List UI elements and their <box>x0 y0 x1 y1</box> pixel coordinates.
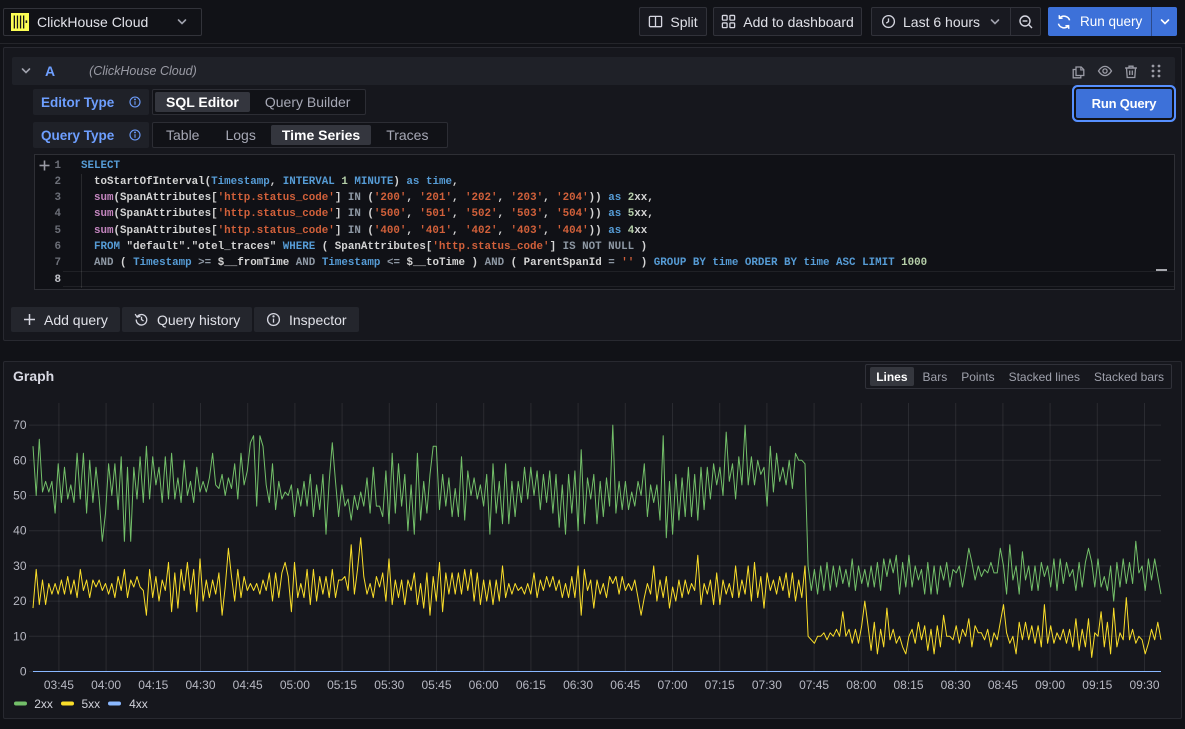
svg-text:10: 10 <box>13 629 27 643</box>
svg-text:06:45: 06:45 <box>610 678 640 692</box>
svg-text:05:00: 05:00 <box>280 678 310 692</box>
svg-text:05:30: 05:30 <box>374 678 404 692</box>
svg-text:04:15: 04:15 <box>138 678 168 692</box>
svg-text:50: 50 <box>13 489 27 503</box>
svg-text:08:00: 08:00 <box>846 678 876 692</box>
svg-text:05:15: 05:15 <box>327 678 357 692</box>
svg-text:04:45: 04:45 <box>233 678 263 692</box>
svg-text:06:30: 06:30 <box>563 678 593 692</box>
svg-text:04:00: 04:00 <box>91 678 121 692</box>
svg-text:08:45: 08:45 <box>988 678 1018 692</box>
svg-text:06:15: 06:15 <box>516 678 546 692</box>
svg-text:60: 60 <box>13 453 27 467</box>
svg-text:2xx: 2xx <box>34 697 53 711</box>
svg-text:06:00: 06:00 <box>469 678 499 692</box>
svg-text:07:30: 07:30 <box>752 678 782 692</box>
svg-text:5xx: 5xx <box>82 697 101 711</box>
svg-text:04:30: 04:30 <box>185 678 215 692</box>
svg-text:09:30: 09:30 <box>1129 678 1159 692</box>
svg-text:40: 40 <box>13 524 27 538</box>
svg-text:07:45: 07:45 <box>799 678 829 692</box>
svg-text:03:45: 03:45 <box>44 678 74 692</box>
svg-text:0: 0 <box>20 665 27 679</box>
svg-text:20: 20 <box>13 594 27 608</box>
svg-text:09:15: 09:15 <box>1082 678 1112 692</box>
svg-text:08:30: 08:30 <box>941 678 971 692</box>
svg-text:07:15: 07:15 <box>705 678 735 692</box>
svg-text:05:45: 05:45 <box>421 678 451 692</box>
svg-text:70: 70 <box>13 418 27 432</box>
svg-text:08:15: 08:15 <box>893 678 923 692</box>
svg-text:09:00: 09:00 <box>1035 678 1065 692</box>
svg-text:4xx: 4xx <box>129 697 148 711</box>
svg-text:07:00: 07:00 <box>657 678 687 692</box>
svg-text:30: 30 <box>13 559 27 573</box>
